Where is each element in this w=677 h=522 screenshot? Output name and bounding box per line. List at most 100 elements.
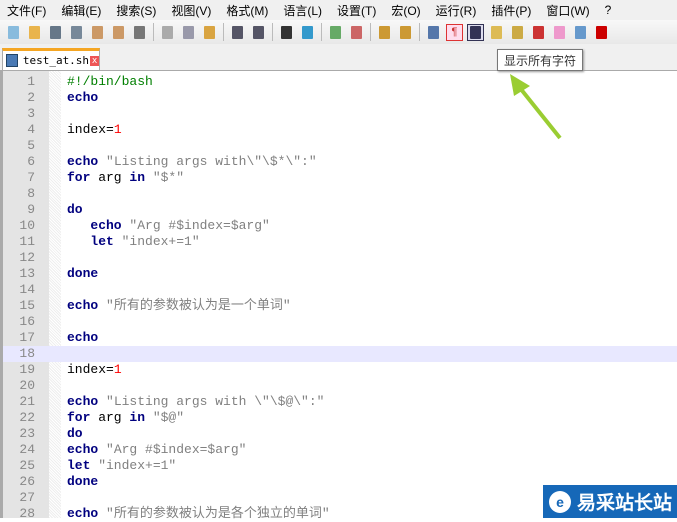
code-editor[interactable]: 1 #!/bin/bash 2 echo 3 4 index=1 5 6 echo "Listin… [0, 71, 677, 521]
code-line[interactable]: 21 echo "Listing args with \"\$@\":" [3, 394, 677, 410]
menu-item-3[interactable]: 视图(V) [164, 2, 219, 19]
tab-test-at-sh[interactable]: test_at.sh x [2, 48, 100, 70]
toolbar-button-22[interactable] [509, 24, 526, 41]
toolbar-icon [302, 25, 313, 39]
line-number: 26 [19, 474, 35, 489]
toolbar-icon [8, 25, 19, 39]
toolbar-button-14[interactable] [327, 24, 344, 41]
toolbar-button-15[interactable] [348, 24, 365, 41]
show-all-characters-button[interactable]: ¶ [446, 23, 463, 41]
code-line[interactable]: 18 [3, 346, 677, 362]
toolbar-button-25[interactable] [572, 24, 589, 41]
menu-item-2[interactable]: 搜索(S) [109, 2, 164, 19]
code-token: "Listing args with \"\$@\":" [98, 394, 325, 409]
code-token: "index+=1" [113, 234, 200, 249]
toolbar-button-18[interactable] [425, 24, 442, 41]
toolbar-button-20[interactable] [467, 23, 484, 41]
code-line[interactable]: 16 [3, 314, 677, 330]
code-line[interactable]: 1 #!/bin/bash [3, 74, 677, 90]
code-line[interactable]: 23 do [3, 426, 677, 442]
code-line[interactable]: 12 [3, 250, 677, 266]
toolbar-button-4[interactable] [89, 24, 106, 41]
code-line[interactable]: 19 index=1 [3, 362, 677, 378]
code-line[interactable]: 7 for arg in "$*" [3, 170, 677, 186]
code-line[interactable]: 20 [3, 378, 677, 394]
menu-item-4[interactable]: 格式(M) [219, 2, 276, 19]
code-text: index=1 [67, 362, 122, 378]
menu-item-0[interactable]: 文件(F) [0, 2, 54, 19]
code-line[interactable]: 17 echo [3, 330, 677, 346]
toolbar-button-0[interactable] [5, 24, 22, 41]
menu-item-8[interactable]: 运行(R) [429, 2, 485, 19]
menu-item-7[interactable]: 宏(O) [384, 2, 428, 19]
toolbar-icon [162, 25, 173, 39]
line-number: 14 [19, 282, 35, 297]
code-text: let "index+=1" [67, 234, 200, 250]
code-text: done [67, 266, 98, 282]
toolbar-icon [491, 25, 502, 39]
toolbar-button-16[interactable] [376, 24, 393, 41]
menu-item-6[interactable]: 设置(T) [330, 2, 384, 19]
toolbar-button-23[interactable] [530, 24, 547, 41]
toolbar-button-11[interactable] [250, 24, 267, 41]
code-line[interactable]: 14 [3, 282, 677, 298]
toolbar-button-5[interactable] [110, 24, 127, 41]
code-token: "$*" [145, 170, 185, 185]
line-number: 18 [19, 346, 35, 361]
toolbar-icon [92, 25, 103, 39]
menu-item-10[interactable]: 窗口(W) [539, 2, 597, 19]
toolbar-icon [379, 25, 390, 39]
code-text: do [67, 426, 83, 442]
code-line[interactable]: 6 echo "Listing args with\"\$*\":" [3, 154, 677, 170]
code-token: "Arg #$index=$arg" [98, 442, 247, 457]
code-line[interactable]: 11 let "index+=1" [3, 234, 677, 250]
code-line[interactable]: 15 echo "所有的参数被认为是一个单词" [3, 298, 677, 314]
menu-item-5[interactable]: 语言(L) [276, 2, 330, 19]
toolbar-button-17[interactable] [397, 24, 414, 41]
code-line[interactable]: 4 index=1 [3, 122, 677, 138]
menu-item-1[interactable]: 编辑(E) [54, 2, 109, 19]
tooltip-show-all-characters: 显示所有字符 [497, 49, 583, 71]
toolbar-icon [470, 25, 481, 39]
line-number: 9 [27, 202, 35, 217]
code-line[interactable]: 5 [3, 138, 677, 154]
code-token: echo [67, 330, 99, 345]
toolbar-button-10[interactable] [229, 24, 246, 41]
code-token: #!/bin/bash [67, 74, 153, 89]
toolbar-button-26[interactable] [593, 24, 610, 41]
toolbar-separator [153, 23, 154, 41]
menu-bar: 文件(F) 编辑(E) 搜索(S) 视图(V) 格式(M) 语言(L) 设置(T) 宏(O) 运… [0, 0, 677, 20]
code-line[interactable]: 13 done [3, 266, 677, 282]
code-line[interactable]: 10 echo "Arg #$index=$arg" [3, 218, 677, 234]
code-line[interactable]: 3 [3, 106, 677, 122]
code-line[interactable]: 9 do [3, 202, 677, 218]
code-line[interactable]: 25 let "index+=1" [3, 458, 677, 474]
toolbar-button-9[interactable] [201, 24, 218, 41]
toolbar-button-7[interactable] [159, 24, 176, 41]
toolbar-button-3[interactable] [68, 24, 85, 41]
watermark-logo: e [549, 490, 571, 513]
code-line[interactable]: 2 echo [3, 90, 677, 106]
toolbar-button-21[interactable] [488, 24, 505, 41]
toolbar-separator [223, 23, 224, 41]
menu-item-11[interactable]: ? [598, 3, 620, 17]
line-number: 11 [19, 234, 35, 249]
close-tab-icon[interactable]: x [90, 55, 99, 66]
saved-file-icon [6, 54, 18, 67]
toolbar-button-13[interactable] [299, 24, 316, 41]
code-line[interactable]: 24 echo "Arg #$index=$arg" [3, 442, 677, 458]
code-token: echo [67, 506, 99, 521]
code-text: for arg in "$@" [67, 410, 184, 426]
toolbar-button-8[interactable] [180, 24, 197, 41]
code-text: echo "所有的参数被认为是一个单词" [67, 298, 291, 314]
toolbar-button-6[interactable] [131, 24, 148, 41]
code-token: "index+=1" [90, 458, 177, 473]
toolbar-button-12[interactable] [278, 24, 295, 41]
toolbar-button-2[interactable] [47, 24, 64, 41]
toolbar-button-1[interactable] [26, 24, 43, 41]
toolbar-button-24[interactable] [551, 24, 568, 41]
code-token: do [67, 202, 83, 217]
menu-item-9[interactable]: 插件(P) [484, 2, 539, 19]
code-line[interactable]: 8 [3, 186, 677, 202]
code-line[interactable]: 22 for arg in "$@" [3, 410, 677, 426]
